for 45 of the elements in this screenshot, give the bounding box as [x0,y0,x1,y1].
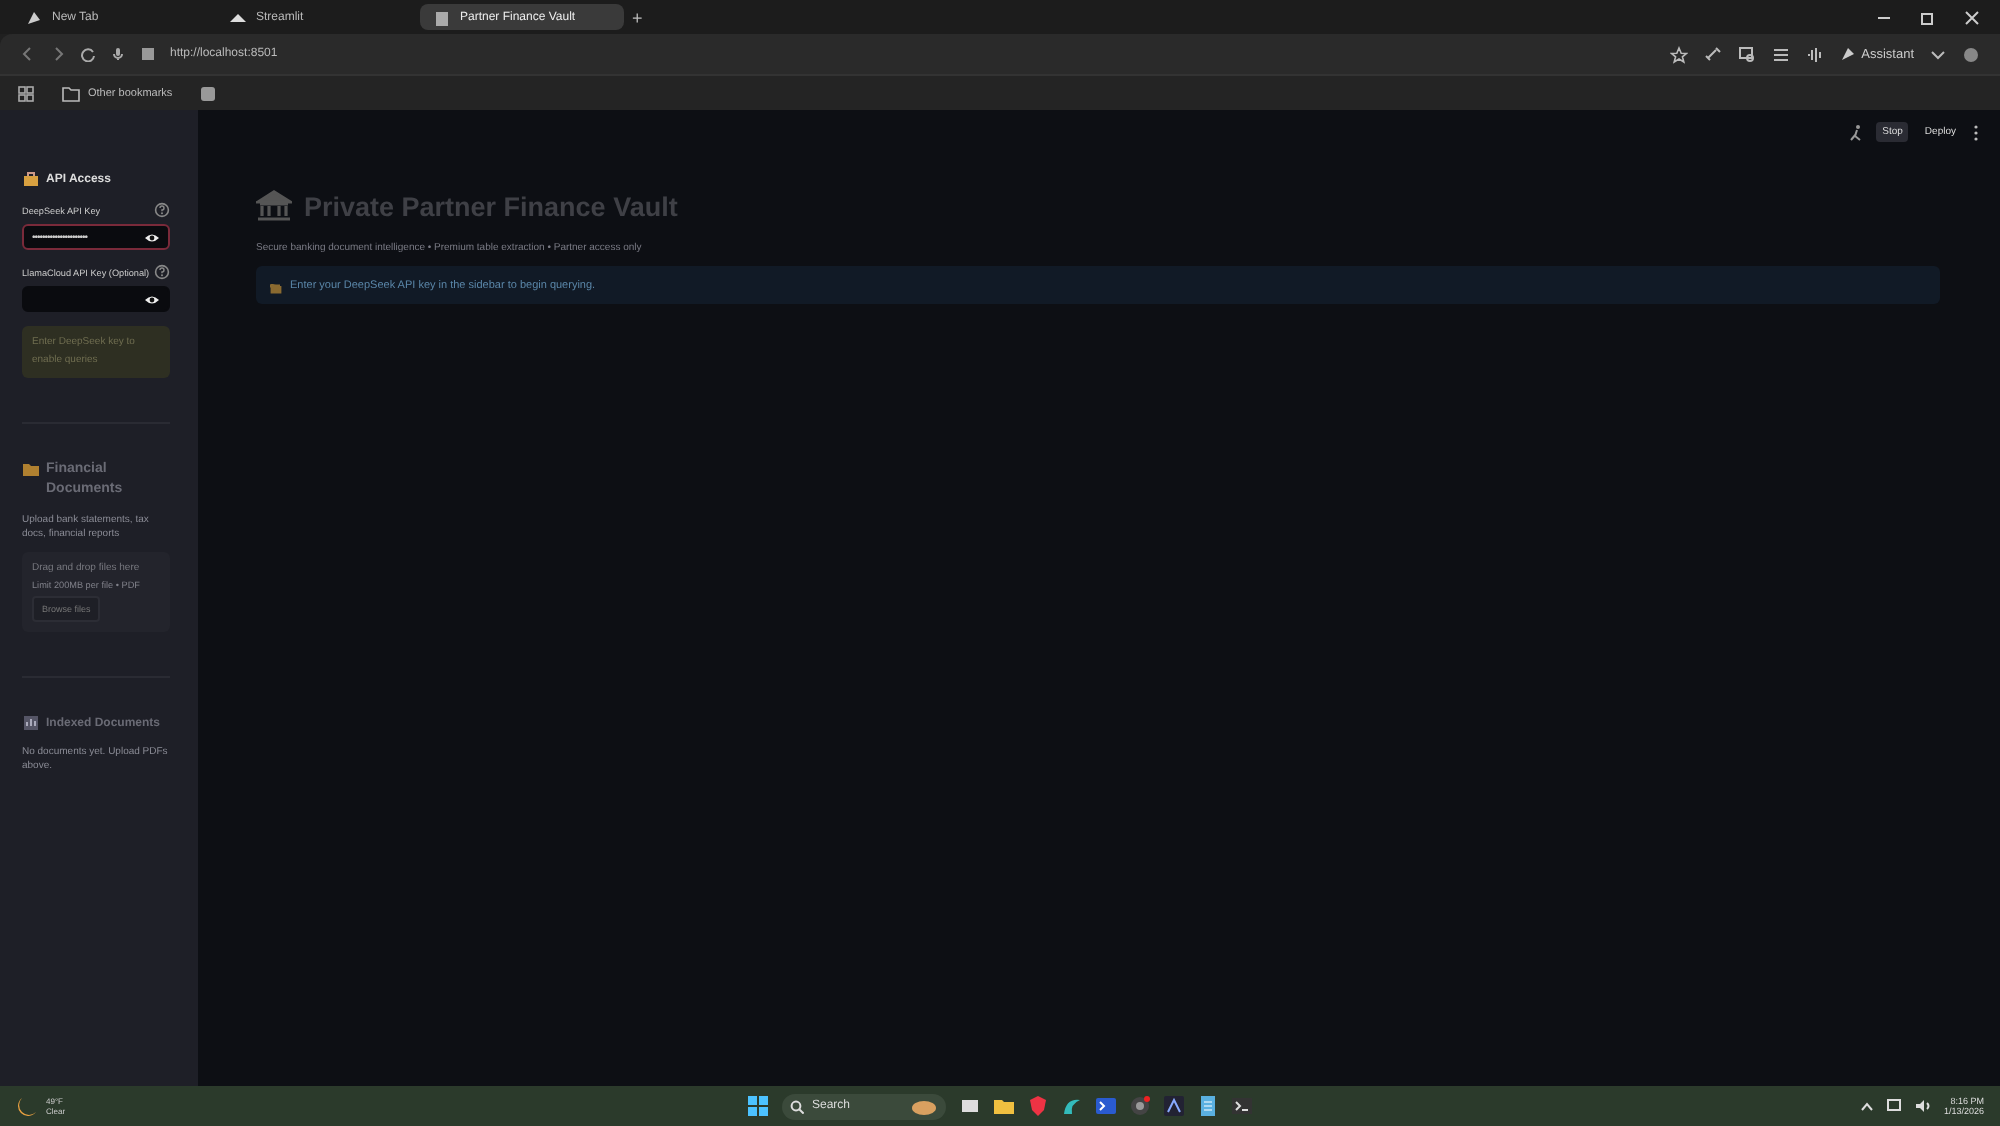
help-icon[interactable] [154,202,170,218]
eye-icon[interactable] [144,293,160,305]
apps-grid-icon[interactable] [18,85,34,101]
folder-icon[interactable] [994,1096,1014,1116]
page-icon [140,46,156,62]
new-tab-button[interactable]: + [632,7,643,27]
bar-chart-icon [22,714,40,732]
folder-icon [22,460,40,478]
briefcase-icon [22,170,40,188]
folder-icon [62,85,80,101]
list-icon[interactable] [1771,45,1790,63]
search-icon [790,1099,804,1113]
reload-icon[interactable] [80,46,96,62]
eye-icon[interactable] [144,231,160,243]
notepad-icon[interactable] [1198,1096,1218,1116]
forward-icon[interactable] [50,46,66,62]
star-icon[interactable] [1669,45,1688,63]
password-field[interactable] [22,286,170,312]
profile-icon[interactable] [1962,45,1980,63]
network-icon[interactable] [1885,1098,1902,1114]
triangle-logo-icon[interactable] [1164,1096,1184,1116]
bank-building-icon [256,190,292,222]
restore-icon[interactable] [1920,9,1936,25]
audio-wave-icon[interactable] [1805,45,1824,63]
tab-icon [24,7,44,27]
microphone-icon[interactable] [110,46,126,62]
help-icon[interactable] [154,264,170,280]
taskview-icon[interactable] [960,1096,980,1116]
more-options-icon[interactable] [1972,123,1980,141]
console-icon[interactable] [1232,1096,1252,1116]
screen-search-icon[interactable] [1737,45,1756,63]
close-icon[interactable] [1964,9,1980,25]
weather-moon-icon [16,1094,40,1118]
start-button-icon[interactable] [748,1096,768,1116]
chevron-up-icon[interactable] [1859,1099,1874,1113]
back-icon[interactable] [20,46,36,62]
terminal-icon[interactable] [1096,1096,1116,1116]
wave-logo-icon[interactable] [1062,1096,1082,1116]
shield-icon[interactable] [1028,1096,1048,1116]
camera-lens-icon[interactable] [1130,1096,1150,1116]
bookmark-favicon-icon[interactable] [200,85,217,101]
tab-icon [432,7,452,27]
assistant-icon [1839,46,1856,62]
volume-icon[interactable] [1913,1098,1932,1114]
chevron-down-icon[interactable] [1930,46,1946,62]
